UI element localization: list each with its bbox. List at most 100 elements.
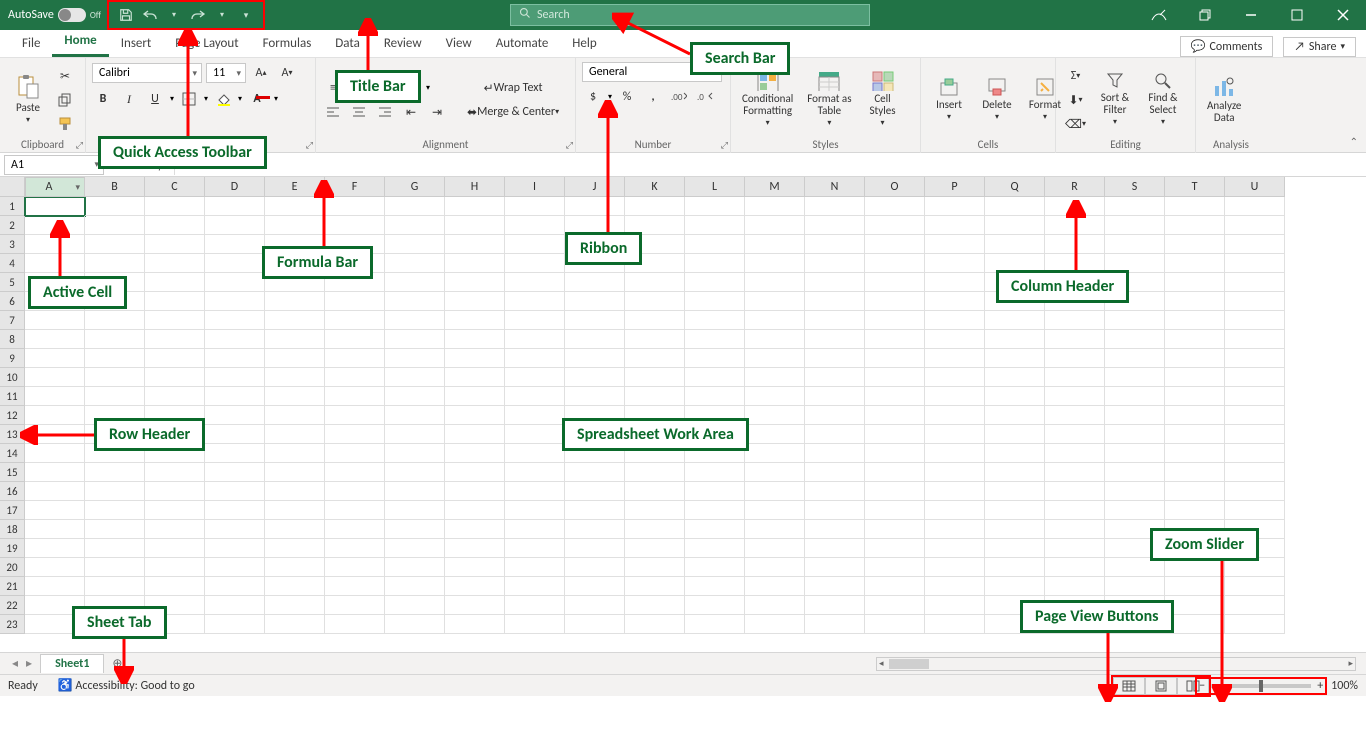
cell[interactable] xyxy=(805,558,865,577)
cell[interactable] xyxy=(205,368,265,387)
cell[interactable] xyxy=(925,216,985,235)
cell[interactable] xyxy=(1225,615,1285,634)
cell[interactable] xyxy=(985,216,1045,235)
cell[interactable] xyxy=(565,463,625,482)
row-header[interactable]: 20 xyxy=(0,558,25,577)
share-button[interactable]: ↗Share▾ xyxy=(1283,37,1356,57)
cell[interactable] xyxy=(1105,482,1165,501)
cell[interactable] xyxy=(625,520,685,539)
cell[interactable] xyxy=(865,406,925,425)
cell[interactable] xyxy=(565,482,625,501)
insert-cells-button[interactable]: Insert▾ xyxy=(927,68,971,132)
tab-view[interactable]: View xyxy=(434,32,484,57)
cell[interactable] xyxy=(985,387,1045,406)
cell[interactable] xyxy=(1105,577,1165,596)
cell[interactable] xyxy=(985,482,1045,501)
cell[interactable] xyxy=(685,368,745,387)
alignment-launcher-icon[interactable]: ⤢ xyxy=(566,140,573,151)
cell[interactable] xyxy=(985,501,1045,520)
autosum-icon[interactable]: Σ ▾ xyxy=(1062,65,1089,87)
cell[interactable] xyxy=(745,330,805,349)
cell[interactable] xyxy=(325,425,385,444)
conditional-formatting-button[interactable]: Conditional Formatting▾ xyxy=(737,68,798,132)
zoom-slider-thumb[interactable] xyxy=(1259,680,1263,692)
cell[interactable] xyxy=(445,330,505,349)
cell[interactable] xyxy=(685,539,745,558)
sheet-tab[interactable]: Sheet1 xyxy=(40,654,104,673)
cell[interactable] xyxy=(385,444,445,463)
cell[interactable] xyxy=(745,406,805,425)
cell[interactable] xyxy=(505,273,565,292)
row-header[interactable]: 15 xyxy=(0,463,25,482)
cell[interactable] xyxy=(745,577,805,596)
cell[interactable] xyxy=(445,615,505,634)
cut-icon[interactable]: ✂ xyxy=(54,65,76,87)
cell[interactable] xyxy=(865,615,925,634)
number-launcher-icon[interactable]: ⤢ xyxy=(721,140,728,151)
cell[interactable] xyxy=(985,197,1045,216)
cell[interactable] xyxy=(265,520,325,539)
cell[interactable] xyxy=(925,482,985,501)
cell[interactable] xyxy=(265,539,325,558)
cell[interactable] xyxy=(325,330,385,349)
cell[interactable] xyxy=(385,577,445,596)
cell[interactable] xyxy=(565,368,625,387)
cell[interactable] xyxy=(205,501,265,520)
column-header[interactable]: D xyxy=(205,177,265,197)
align-left-icon[interactable] xyxy=(322,101,344,123)
cell[interactable] xyxy=(265,406,325,425)
cell[interactable] xyxy=(925,539,985,558)
fill-color-icon[interactable] xyxy=(212,88,234,110)
cell[interactable] xyxy=(325,501,385,520)
cell[interactable] xyxy=(25,501,85,520)
cell[interactable] xyxy=(1165,368,1225,387)
cell[interactable] xyxy=(205,596,265,615)
cell[interactable] xyxy=(145,520,205,539)
cell[interactable] xyxy=(85,368,145,387)
row-header[interactable]: 2 xyxy=(0,216,25,235)
underline-button[interactable]: U xyxy=(144,88,166,110)
cell[interactable] xyxy=(325,539,385,558)
cell[interactable] xyxy=(925,273,985,292)
cell[interactable] xyxy=(505,330,565,349)
cell[interactable] xyxy=(1165,463,1225,482)
cell[interactable] xyxy=(325,406,385,425)
cell[interactable] xyxy=(145,330,205,349)
cell[interactable] xyxy=(385,292,445,311)
cell[interactable] xyxy=(1045,406,1105,425)
save-icon[interactable] xyxy=(117,6,135,24)
ribbon-display-icon[interactable] xyxy=(1136,0,1182,30)
cell[interactable] xyxy=(25,311,85,330)
cell[interactable] xyxy=(865,425,925,444)
cell[interactable] xyxy=(205,292,265,311)
cell[interactable] xyxy=(865,596,925,615)
cell[interactable] xyxy=(385,197,445,216)
cell[interactable] xyxy=(925,387,985,406)
cell[interactable] xyxy=(1045,482,1105,501)
cell[interactable] xyxy=(865,292,925,311)
cell[interactable] xyxy=(625,368,685,387)
cell[interactable] xyxy=(565,539,625,558)
autosave-switch-icon[interactable] xyxy=(58,8,86,22)
cell[interactable] xyxy=(625,615,685,634)
cell[interactable] xyxy=(1105,235,1165,254)
cell[interactable] xyxy=(805,292,865,311)
cell[interactable] xyxy=(1045,387,1105,406)
cell[interactable] xyxy=(865,349,925,368)
cell[interactable] xyxy=(1165,444,1225,463)
cell[interactable] xyxy=(445,349,505,368)
row-header[interactable]: 9 xyxy=(0,349,25,368)
cell[interactable] xyxy=(385,558,445,577)
cell[interactable] xyxy=(205,197,265,216)
cell[interactable] xyxy=(445,577,505,596)
cell[interactable] xyxy=(385,520,445,539)
column-header[interactable]: I xyxy=(505,177,565,197)
cell[interactable] xyxy=(865,235,925,254)
cell[interactable] xyxy=(25,463,85,482)
percent-format-icon[interactable]: % xyxy=(616,86,638,108)
cell[interactable] xyxy=(145,273,205,292)
cell[interactable] xyxy=(805,273,865,292)
cell[interactable] xyxy=(325,311,385,330)
cell[interactable] xyxy=(685,463,745,482)
cell[interactable] xyxy=(1045,311,1105,330)
